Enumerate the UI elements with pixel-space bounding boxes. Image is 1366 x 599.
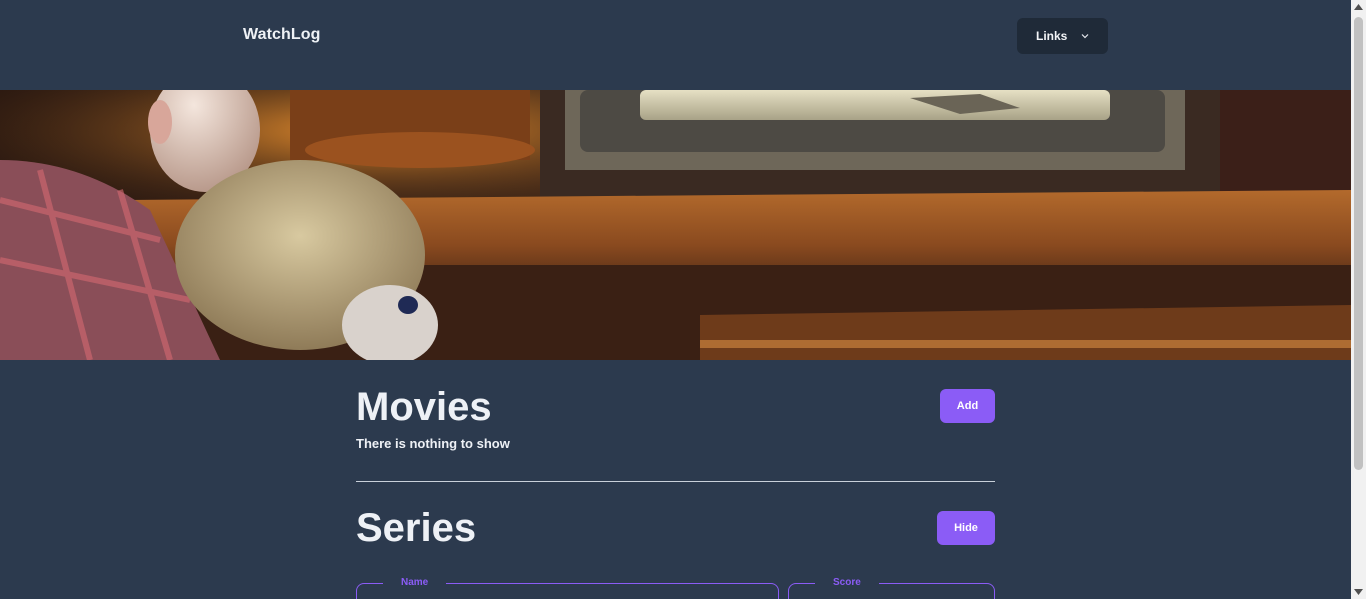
section-divider	[356, 481, 995, 482]
brand-logo[interactable]: WatchLog	[243, 26, 321, 44]
series-score-field[interactable]: Score	[788, 576, 995, 599]
series-name-field[interactable]: Name	[356, 576, 779, 599]
movies-heading: Movies	[356, 385, 492, 429]
links-dropdown-button[interactable]: Links	[1017, 18, 1108, 54]
series-heading: Series	[356, 506, 477, 550]
chevron-down-icon	[1081, 34, 1089, 39]
movies-empty-message: There is nothing to show	[356, 436, 510, 451]
links-dropdown-label: Links	[1036, 29, 1068, 43]
page-scrollbar[interactable]	[1351, 0, 1366, 599]
series-score-label: Score	[815, 576, 879, 590]
hero-image	[0, 90, 1351, 360]
scroll-down-arrow-icon[interactable]	[1354, 589, 1363, 595]
page: WatchLog Links Movies Add There is nothi…	[0, 0, 1351, 599]
scroll-up-arrow-icon[interactable]	[1354, 4, 1363, 10]
top-navbar: WatchLog Links	[0, 0, 1351, 90]
scrollbar-thumb[interactable]	[1354, 17, 1363, 470]
series-name-label: Name	[383, 576, 447, 590]
hide-series-button[interactable]: Hide	[937, 511, 995, 545]
add-movie-button[interactable]: Add	[940, 389, 995, 423]
